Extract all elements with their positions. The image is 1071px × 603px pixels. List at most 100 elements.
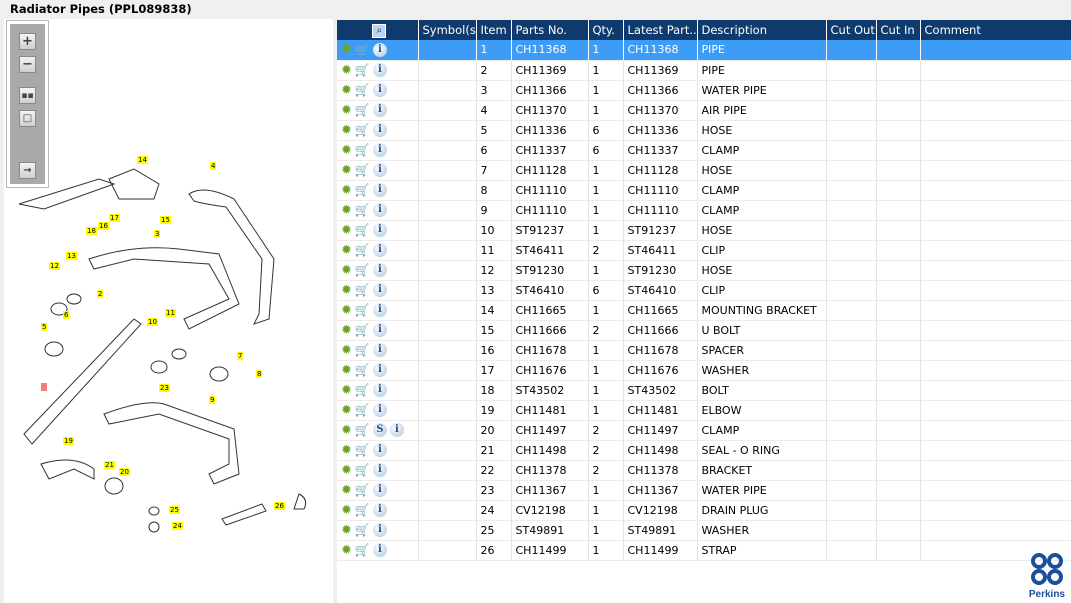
table-row[interactable]: ✹ 🛒 i 13 ST46410 6 ST46410 CLIP [337,280,1071,301]
cart-icon[interactable]: 🛒 [355,83,370,97]
table-row[interactable]: ✹ 🛒 i 23 CH11367 1 CH11367 WATER PIPE [337,480,1071,501]
table-row[interactable]: ✹ 🛒 i 1 CH11368 1 CH11368 PIPE [337,40,1071,61]
gear-icon[interactable]: ✹ [341,263,352,278]
info-icon[interactable]: i [372,263,387,277]
column-header-cut-in[interactable]: Cut In [876,20,921,40]
cart-icon[interactable]: 🛒 [355,283,370,297]
gear-icon[interactable]: ✹ [341,83,352,98]
callout[interactable]: 12 [49,262,60,270]
cart-icon[interactable]: 🛒 [355,543,370,557]
cart-icon[interactable]: 🛒 [355,243,370,257]
table-row[interactable]: ✹ 🛒 i 8 CH11110 1 CH11110 CLAMP [337,180,1071,201]
callout[interactable]: 21 [104,461,115,469]
table-row[interactable]: ✹ 🛒 i 26 CH11499 1 CH11499 STRAP [337,540,1071,561]
cart-icon[interactable]: 🛒 [355,363,370,377]
info-icon[interactable]: i [372,42,387,57]
gear-icon[interactable]: ✹ [341,443,352,458]
gear-icon[interactable]: ✹ [341,363,352,378]
table-row[interactable]: ✹ 🛒 i 3 CH11366 1 CH11366 WATER PIPE [337,80,1071,101]
column-header-description[interactable]: Description [697,20,827,40]
info-icon[interactable]: i [372,103,387,117]
search-column-header[interactable]: ⌕ [337,20,419,40]
table-row[interactable]: ✹ 🛒 i 14 CH11665 1 CH11665 MOUNTING BRACKET [337,300,1071,321]
cart-icon[interactable]: 🛒 [355,43,370,57]
callout[interactable]: 9 [209,396,216,404]
gear-icon[interactable]: ✹ [341,403,352,418]
callout[interactable]: 7 [237,352,244,360]
gear-icon[interactable]: ✹ [341,343,352,358]
cart-icon[interactable]: 🛒 [355,403,370,417]
gear-icon[interactable]: ✹ [341,183,352,198]
fit-all-icon[interactable]: ▪▪ [19,87,36,104]
callout[interactable]: 25 [169,506,180,514]
search-icon[interactable]: ⌕ [372,24,387,38]
symbol-s-icon[interactable]: S [372,423,387,437]
callout[interactable]: 10 [147,318,158,326]
parts-diagram[interactable]: 14 4 18 16 17 15 3 12 13 2 5 6 11 10 7 8… [4,19,333,603]
info-icon[interactable]: i [372,403,387,417]
cart-icon[interactable]: 🛒 [355,523,370,537]
callout[interactable]: 26 [274,502,285,510]
table-row[interactable]: ✹ 🛒 i 25 ST49891 1 ST49891 WASHER [337,520,1071,541]
info-icon[interactable]: i [372,363,387,377]
gear-icon[interactable]: ✹ [341,283,352,298]
cart-icon[interactable]: 🛒 [355,503,370,517]
gear-icon[interactable]: ✹ [341,323,352,338]
gear-icon[interactable]: ✹ [341,303,352,318]
gear-icon[interactable]: ✹ [341,223,352,238]
info-icon[interactable]: i [372,323,387,337]
cart-icon[interactable]: 🛒 [355,203,370,217]
table-row[interactable]: ✹ 🛒 i 15 CH11666 2 CH11666 U BOLT [337,320,1071,341]
gear-icon[interactable]: ✹ [341,42,352,57]
gear-icon[interactable]: ✹ [341,463,352,478]
callout[interactable]: 3 [154,230,161,238]
callout[interactable]: 23 [159,384,170,392]
info-icon[interactable]: i [372,243,387,257]
callout[interactable]: 6 [63,311,70,319]
callout[interactable]: 4 [210,162,217,170]
info-icon[interactable]: i [372,63,387,77]
cart-icon[interactable]: 🛒 [355,123,370,137]
gear-icon[interactable]: ✹ [341,203,352,218]
info-icon[interactable]: i [372,383,387,397]
callout[interactable]: 11 [165,309,176,317]
gear-icon[interactable]: ✹ [341,143,352,158]
table-row[interactable]: ✹ 🛒 i 22 CH11378 2 CH11378 BRACKET [337,460,1071,481]
info-icon[interactable]: i [372,123,387,137]
cart-icon[interactable]: 🛒 [355,63,370,77]
gear-icon[interactable]: ✹ [341,243,352,258]
table-row[interactable]: ✹ 🛒 i 19 CH11481 1 CH11481 ELBOW [337,400,1071,421]
callout[interactable]: 16 [98,222,109,230]
fit-window-icon[interactable]: □ [19,110,36,127]
callout[interactable]: 20 [119,468,130,476]
callout[interactable]: 2 [97,290,104,298]
table-row[interactable]: ✹ 🛒 i 11 ST46411 2 ST46411 CLIP [337,240,1071,261]
info-icon[interactable]: i [372,283,387,297]
column-header-cut-out[interactable]: Cut Out [826,20,877,40]
info-icon[interactable]: i [372,83,387,97]
cart-icon[interactable]: 🛒 [355,423,370,437]
gear-icon[interactable]: ✹ [341,543,352,558]
table-row[interactable]: ✹ 🛒 i 10 ST91237 1 ST91237 HOSE [337,220,1071,241]
cart-icon[interactable]: 🛒 [355,383,370,397]
cart-icon[interactable]: 🛒 [355,223,370,237]
info-icon[interactable]: i [372,203,387,217]
callout[interactable]: 8 [256,370,263,378]
info-icon[interactable]: i [372,523,387,537]
zoom-out-icon[interactable]: − [19,56,36,73]
info-icon[interactable]: i [372,343,387,357]
cart-icon[interactable]: 🛒 [355,303,370,317]
cart-icon[interactable]: 🛒 [355,343,370,357]
table-row[interactable]: ✹ 🛒 i 12 ST91230 1 ST91230 HOSE [337,260,1071,281]
callout[interactable]: 13 [66,252,77,260]
cart-icon[interactable]: 🛒 [355,263,370,277]
gear-icon[interactable]: ✹ [341,523,352,538]
gear-icon[interactable]: ✹ [341,423,352,438]
callout[interactable]: 18 [86,227,97,235]
column-header-parts-no[interactable]: Parts No. [511,20,589,40]
info-icon[interactable]: i [372,543,387,557]
cart-icon[interactable]: 🛒 [355,483,370,497]
cart-icon[interactable]: 🛒 [355,163,370,177]
cart-icon[interactable]: 🛒 [355,143,370,157]
info-icon[interactable]: i [372,483,387,497]
